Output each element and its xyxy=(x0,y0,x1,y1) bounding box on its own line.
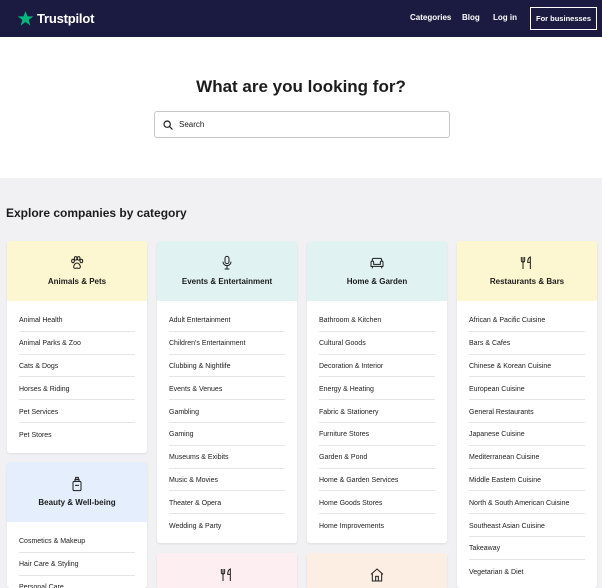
list-item[interactable]: Museums & Exibits xyxy=(169,446,285,469)
card-title: Home & Garden xyxy=(346,277,408,286)
logo-text: Trustpilot xyxy=(37,11,95,26)
card-title: Restaurants & Bars xyxy=(489,277,565,286)
category-section: Explore companies by category Animals & … xyxy=(0,178,602,588)
page-title: What are you looking for? xyxy=(196,77,406,96)
list-item[interactable]: General Restaurants xyxy=(469,400,585,423)
card-title: Beauty & Well-being xyxy=(38,498,116,507)
search-icon xyxy=(163,119,173,130)
card-item-list: Adult Entertainment Children's Entertain… xyxy=(157,301,297,537)
list-item[interactable]: Fabric & Stationery xyxy=(319,400,435,423)
list-item[interactable]: Garden & Pond xyxy=(319,446,435,469)
list-item[interactable]: Animal Health xyxy=(19,309,135,332)
list-item[interactable]: Bathroom & Kitchen xyxy=(319,309,435,332)
search-box[interactable] xyxy=(154,111,450,138)
list-item[interactable]: Chinese & Korean Cuisine xyxy=(469,355,585,378)
list-item[interactable]: European Cuisine xyxy=(469,377,585,401)
star-icon xyxy=(17,11,34,26)
list-item[interactable]: Horses & Riding xyxy=(19,377,135,401)
category-card-partial-house xyxy=(307,553,447,588)
list-item[interactable]: Vegetarian & Diet xyxy=(469,560,585,583)
list-item[interactable]: Wedding & Party xyxy=(169,514,285,537)
list-item[interactable]: Mediterranean Cuisine xyxy=(469,446,585,469)
list-item[interactable]: Decoration & Interior xyxy=(319,355,435,378)
list-item[interactable]: Hair Care & Styling xyxy=(19,553,135,576)
lotion-bottle-icon xyxy=(72,476,82,492)
sofa-icon xyxy=(370,257,384,269)
card-header[interactable]: Restaurants & Bars xyxy=(457,241,597,301)
card-item-list: Cosmetics & Makeup Hair Care & Styling P… xyxy=(7,522,147,588)
list-item[interactable]: Pet Stores xyxy=(19,423,135,446)
list-item[interactable]: Cats & Dogs xyxy=(19,355,135,378)
category-card-beauty-wellbeing: Beauty & Well-being Cosmetics & Makeup H… xyxy=(7,462,147,588)
list-item[interactable]: Personal Care xyxy=(19,576,135,588)
card-item-list: African & Pacific Cuisine Bars & Cafes C… xyxy=(457,301,597,583)
card-item-list: Bathroom & Kitchen Cultural Goods Decora… xyxy=(307,301,447,537)
nav-categories[interactable]: Categories xyxy=(410,13,451,22)
list-item[interactable]: African & Pacific Cuisine xyxy=(469,309,585,332)
list-item[interactable]: Southeast Asian Cuisine xyxy=(469,514,585,537)
paw-icon xyxy=(71,256,84,269)
category-card-home-garden: Home & Garden Bathroom & Kitchen Cultura… xyxy=(307,241,447,543)
list-item[interactable]: Japanese Cuisine xyxy=(469,423,585,446)
list-item[interactable]: Bars & Cafes xyxy=(469,332,585,355)
list-item[interactable]: Home Improvements xyxy=(319,514,435,537)
list-item[interactable]: Animal Parks & Zoo xyxy=(19,332,135,355)
list-item[interactable]: Middle Eastern Cuisine xyxy=(469,469,585,492)
top-navbar: Trustpilot Categories Blog Log in For bu… xyxy=(0,0,602,37)
list-item[interactable]: Cosmetics & Makeup xyxy=(19,530,135,553)
list-item[interactable]: Clubbing & Nightlife xyxy=(169,355,285,378)
category-card-animals-pets: Animals & Pets Animal Health Animal Park… xyxy=(7,241,147,453)
category-card-restaurants-bars: Restaurants & Bars African & Pacific Cui… xyxy=(457,241,597,588)
trustpilot-logo[interactable]: Trustpilot xyxy=(17,10,94,27)
microphone-icon xyxy=(222,255,232,270)
for-businesses-button[interactable]: For businesses xyxy=(530,7,597,30)
house-icon xyxy=(370,568,384,582)
list-item[interactable]: Furniture Stores xyxy=(319,423,435,446)
card-header[interactable] xyxy=(307,553,447,588)
list-item[interactable]: North & South American Cuisine xyxy=(469,491,585,515)
list-item[interactable]: Cultural Goods xyxy=(319,332,435,355)
list-item[interactable]: Children's Entertainment xyxy=(169,332,285,355)
card-header[interactable] xyxy=(157,553,297,588)
list-item[interactable]: Adult Entertainment xyxy=(169,309,285,332)
list-item[interactable]: Gaming xyxy=(169,423,285,446)
card-header[interactable]: Animals & Pets xyxy=(7,241,147,301)
card-header[interactable]: Beauty & Well-being xyxy=(7,462,147,522)
card-item-list: Animal Health Animal Parks & Zoo Cats & … xyxy=(7,301,147,446)
card-header[interactable]: Home & Garden xyxy=(307,241,447,301)
list-item[interactable]: Events & Venues xyxy=(169,377,285,401)
list-item[interactable]: Gambling xyxy=(169,400,285,423)
list-item[interactable]: Home & Garden Services xyxy=(319,469,435,492)
nav-login[interactable]: Log in xyxy=(493,13,517,22)
category-heading: Explore companies by category xyxy=(6,206,187,220)
search-input[interactable] xyxy=(179,120,439,129)
list-item[interactable]: Energy & Heating xyxy=(319,377,435,401)
cutlery-icon xyxy=(520,256,531,269)
list-item[interactable]: Theater & Opera xyxy=(169,491,285,515)
list-item[interactable]: Takeaway xyxy=(469,537,585,560)
category-card-events-entertainment: Events & Entertainment Adult Entertainme… xyxy=(157,241,297,543)
nav-blog[interactable]: Blog xyxy=(462,13,480,22)
card-header[interactable]: Events & Entertainment xyxy=(157,241,297,301)
card-title: Animals & Pets xyxy=(47,277,107,286)
list-item[interactable]: Music & Movies xyxy=(169,469,285,492)
list-item[interactable]: Pet Services xyxy=(19,400,135,423)
card-title: Events & Entertainment xyxy=(181,277,273,286)
cutlery-icon xyxy=(220,568,231,581)
list-item[interactable]: Home Goods Stores xyxy=(319,491,435,515)
category-card-partial-food xyxy=(157,553,297,588)
